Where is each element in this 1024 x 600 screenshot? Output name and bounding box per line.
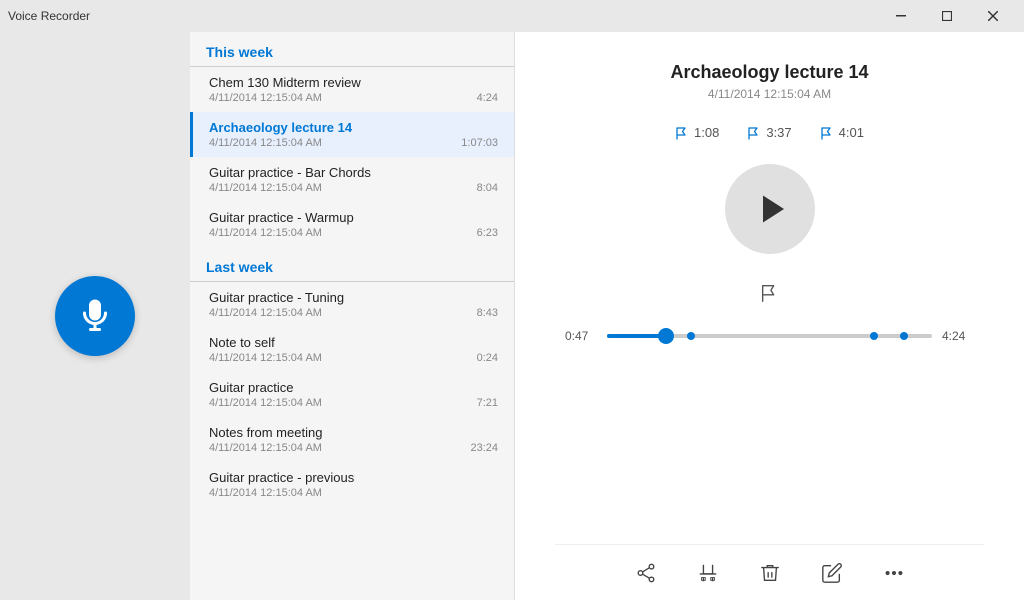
item-meta: 4/11/2014 12:15:04 AM bbox=[209, 487, 498, 499]
item-meta: 4/11/2014 12:15:04 AM 4:24 bbox=[209, 92, 498, 104]
item-title: Guitar practice - previous bbox=[209, 470, 498, 485]
track-date: 4/11/2014 12:15:04 AM bbox=[708, 87, 831, 101]
item-duration: 8:43 bbox=[477, 307, 498, 319]
item-title: Notes from meeting bbox=[209, 425, 498, 440]
progress-track[interactable] bbox=[607, 334, 932, 338]
delete-icon bbox=[759, 562, 781, 584]
markers-row: 1:08 3:37 4:01 bbox=[675, 125, 864, 140]
play-icon bbox=[754, 191, 790, 227]
item-title: Archaeology lecture 14 bbox=[209, 120, 498, 135]
item-title: Note to self bbox=[209, 335, 498, 350]
marker[interactable]: 3:37 bbox=[747, 125, 791, 140]
record-button[interactable] bbox=[55, 276, 135, 356]
close-button[interactable] bbox=[970, 0, 1016, 32]
flag-icon bbox=[820, 126, 834, 140]
progress-container: 0:47 4:24 bbox=[555, 329, 984, 343]
section-header: Last week bbox=[190, 247, 514, 282]
marker-time: 3:37 bbox=[766, 125, 791, 140]
item-meta: 4/11/2014 12:15:04 AM 0:24 bbox=[209, 352, 498, 364]
more-icon bbox=[883, 562, 905, 584]
item-date: 4/11/2014 12:15:04 AM bbox=[209, 352, 322, 364]
item-title: Guitar practice - Tuning bbox=[209, 290, 498, 305]
list-item[interactable]: Guitar practice 4/11/2014 12:15:04 AM 7:21 bbox=[190, 372, 514, 417]
item-duration: 7:21 bbox=[477, 397, 498, 409]
track-title: Archaeology lecture 14 bbox=[670, 62, 868, 83]
marker[interactable]: 4:01 bbox=[820, 125, 864, 140]
flag-icon bbox=[759, 282, 781, 304]
delete-button[interactable] bbox=[749, 552, 791, 594]
item-date: 4/11/2014 12:15:04 AM bbox=[209, 182, 322, 194]
app-body: This week Chem 130 Midterm review 4/11/201… bbox=[0, 32, 1024, 600]
bottom-toolbar bbox=[555, 544, 984, 600]
list-item[interactable]: Archaeology lecture 14 4/11/2014 12:15:04… bbox=[190, 112, 514, 157]
item-duration: 4:24 bbox=[477, 92, 498, 104]
sidebar-left bbox=[0, 32, 190, 600]
item-duration: 1:07:03 bbox=[461, 137, 498, 149]
marker[interactable]: 1:08 bbox=[675, 125, 719, 140]
item-duration: 6:23 bbox=[477, 227, 498, 239]
marker-dot bbox=[870, 332, 878, 340]
list-item[interactable]: Guitar practice - Tuning 4/11/2014 12:15:… bbox=[190, 282, 514, 327]
rename-icon bbox=[821, 562, 843, 584]
flag-icon bbox=[747, 126, 761, 140]
share-icon bbox=[635, 562, 657, 584]
item-date: 4/11/2014 12:15:04 AM bbox=[209, 227, 322, 239]
rename-button[interactable] bbox=[811, 552, 853, 594]
marker-time: 1:08 bbox=[694, 125, 719, 140]
microphone-icon bbox=[77, 298, 113, 334]
marker-dot bbox=[687, 332, 695, 340]
item-title: Guitar practice - Bar Chords bbox=[209, 165, 498, 180]
item-title: Guitar practice bbox=[209, 380, 498, 395]
app-title: Voice Recorder bbox=[8, 9, 90, 23]
progress-thumb[interactable] bbox=[658, 328, 674, 344]
item-date: 4/11/2014 12:15:04 AM bbox=[209, 397, 322, 409]
add-marker-button[interactable] bbox=[759, 282, 781, 309]
more-button[interactable] bbox=[873, 552, 915, 594]
item-meta: 4/11/2014 12:15:04 AM 8:04 bbox=[209, 182, 498, 194]
item-title: Guitar practice - Warmup bbox=[209, 210, 498, 225]
list-item[interactable]: Note to self 4/11/2014 12:15:04 AM 0:24 bbox=[190, 327, 514, 372]
current-time: 0:47 bbox=[565, 329, 597, 343]
share-button[interactable] bbox=[625, 552, 667, 594]
maximize-button[interactable] bbox=[924, 0, 970, 32]
section-header: This week bbox=[190, 32, 514, 67]
trim-icon bbox=[697, 562, 719, 584]
titlebar: Voice Recorder bbox=[0, 0, 1024, 32]
item-meta: 4/11/2014 12:15:04 AM 6:23 bbox=[209, 227, 498, 239]
item-meta: 4/11/2014 12:15:04 AM 23:24 bbox=[209, 442, 498, 454]
item-date: 4/11/2014 12:15:04 AM bbox=[209, 92, 322, 104]
item-meta: 4/11/2014 12:15:04 AM 1:07:03 bbox=[209, 137, 498, 149]
minimize-button[interactable] bbox=[878, 0, 924, 32]
item-duration: 23:24 bbox=[470, 442, 498, 454]
list-item[interactable]: Guitar practice - Warmup 4/11/2014 12:15:… bbox=[190, 202, 514, 247]
list-item[interactable]: Chem 130 Midterm review 4/11/2014 12:15:0… bbox=[190, 67, 514, 112]
flag-icon bbox=[675, 126, 689, 140]
player-panel: Archaeology lecture 14 4/11/2014 12:15:0… bbox=[515, 32, 1024, 600]
item-date: 4/11/2014 12:15:04 AM bbox=[209, 307, 322, 319]
marker-dot bbox=[900, 332, 908, 340]
item-duration: 8:04 bbox=[477, 182, 498, 194]
item-duration: 0:24 bbox=[477, 352, 498, 364]
window-controls bbox=[878, 0, 1016, 32]
item-title: Chem 130 Midterm review bbox=[209, 75, 498, 90]
marker-time: 4:01 bbox=[839, 125, 864, 140]
item-date: 4/11/2014 12:15:04 AM bbox=[209, 442, 322, 454]
item-date: 4/11/2014 12:15:04 AM bbox=[209, 137, 322, 149]
play-area bbox=[725, 164, 815, 254]
list-item[interactable]: Guitar practice - previous 4/11/2014 12:1… bbox=[190, 462, 514, 507]
play-button[interactable] bbox=[725, 164, 815, 254]
trim-button[interactable] bbox=[687, 552, 729, 594]
progress-fill bbox=[607, 334, 666, 338]
item-date: 4/11/2014 12:15:04 AM bbox=[209, 487, 322, 499]
recording-list: This week Chem 130 Midterm review 4/11/201… bbox=[190, 32, 515, 600]
list-item[interactable]: Notes from meeting 4/11/2014 12:15:04 AM 2… bbox=[190, 417, 514, 462]
item-meta: 4/11/2014 12:15:04 AM 8:43 bbox=[209, 307, 498, 319]
item-meta: 4/11/2014 12:15:04 AM 7:21 bbox=[209, 397, 498, 409]
total-time: 4:24 bbox=[942, 329, 974, 343]
list-item[interactable]: Guitar practice - Bar Chords 4/11/2014 12… bbox=[190, 157, 514, 202]
